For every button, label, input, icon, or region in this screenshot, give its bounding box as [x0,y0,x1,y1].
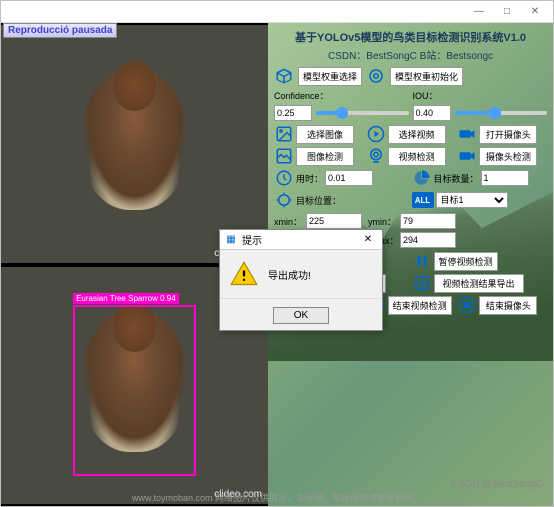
target-select[interactable]: 目标1 [436,192,508,208]
count-label: 目标数量： [434,172,479,185]
export-video-button[interactable]: 视频检测结果导出 [434,274,524,293]
pause-icon [412,251,432,271]
dialog-message: 导出成功! [268,267,311,282]
all-icon: ALL [412,192,434,208]
source-row-1: 选择图像 选择视频 打开摄像头 [274,124,547,144]
warning-icon [230,260,258,288]
clock-icon [274,168,294,188]
time-label: 用时： [296,172,323,185]
end-camera-button[interactable]: 结束摄像头 [479,296,537,315]
init-weights-button[interactable]: 模型权重初始化 [390,67,463,86]
app-title: 基于YOLOv5模型的鸟类目标检测识别系统V1.0 [274,29,547,45]
message-dialog: ▦ 提示 ✕ 导出成功! OK [219,229,383,331]
cube-icon [274,66,294,86]
image-icon [274,124,294,144]
camera-detect-icon [457,146,477,166]
iou-slider[interactable] [455,111,548,115]
ymin-input[interactable] [400,213,456,229]
play-icon [366,124,386,144]
ymax-input[interactable] [400,232,456,248]
coords-min: xmin： ymin： [274,213,547,229]
target-row: 目标位置： ALL目标1 [274,190,547,210]
pos-label: 目标位置： [296,194,341,207]
footer-watermark: www.toymoban.com 网络图片仅供展示，非存储，如有侵权请联系删除。 [1,491,553,504]
camera-detect-button[interactable]: 摄像头检测 [479,147,537,166]
confidence-input[interactable] [274,105,312,121]
detection-bbox: Eurasian Tree Sparrow 0.94 [73,305,196,476]
app-subtitle: CSDN：BestSongC B站：Bestsongc [274,47,547,62]
playback-paused-overlay: Reproducció pausada [3,23,117,38]
window-controls: — □ ✕ [465,3,549,21]
pause-video-button[interactable]: 暂停视频检测 [434,252,498,271]
dialog-close-button[interactable]: ✕ [358,234,378,245]
crosshair-icon [274,190,294,210]
stop-icon-3 [457,295,477,315]
dialog-buttons: OK [220,298,382,330]
iou-input[interactable] [413,105,451,121]
dialog-titlebar: ▦ 提示 ✕ [220,230,382,250]
confidence-slider[interactable] [316,111,409,115]
time-value [325,170,373,186]
dialog-ok-button[interactable]: OK [273,307,329,324]
threshold-sliders [274,105,547,121]
detect-image-icon [274,146,294,166]
confidence-label: Confidence： [274,89,409,102]
xmin-label: xmin： [274,215,304,228]
select-weights-button[interactable]: 模型权重选择 [298,67,362,86]
dialog-info-icon: ▦ [224,233,238,247]
maximize-button[interactable]: □ [493,3,521,21]
piechart-icon [412,168,432,188]
image-detect-button[interactable]: 图像检测 [296,147,354,166]
export-video-icon [412,273,432,293]
dialog-title: 提示 [242,232,262,247]
select-video-button[interactable]: 选择视频 [388,125,446,144]
camera-icon [457,124,477,144]
source-row-2: 图像检测 视频检测 摄像头检测 [274,146,547,166]
titlebar: — □ ✕ [1,1,553,23]
app-window: — □ ✕ Reproducció pausada clideo.com Eur… [0,0,554,507]
dialog-body: 导出成功! [220,250,382,298]
video-detect-button[interactable]: 视频检测 [388,147,446,166]
end-video-button[interactable]: 结束视频检测 [388,296,452,315]
bird-image [81,68,188,211]
select-image-button[interactable]: 选择图像 [296,125,354,144]
target-icon [366,66,386,86]
close-button[interactable]: ✕ [521,3,549,21]
open-camera-button[interactable]: 打开摄像头 [479,125,537,144]
xmin-input[interactable] [306,213,362,229]
original-frame: clideo.com [1,25,268,263]
weights-row: 模型权重选择 模型权重初始化 [274,66,547,86]
threshold-labels: Confidence： IOU： [274,89,547,102]
minimize-button[interactable]: — [465,3,493,21]
bbox-label: Eurasian Tree Sparrow 0.94 [73,293,179,304]
webcam-icon [366,146,386,166]
stats-row: 用时： 目标数量： [274,168,547,188]
count-value [481,170,529,186]
iou-label: IOU： [413,89,548,102]
csdn-watermark: CSDN @BestSongC [451,479,543,490]
ymin-label: ymin： [368,215,398,228]
